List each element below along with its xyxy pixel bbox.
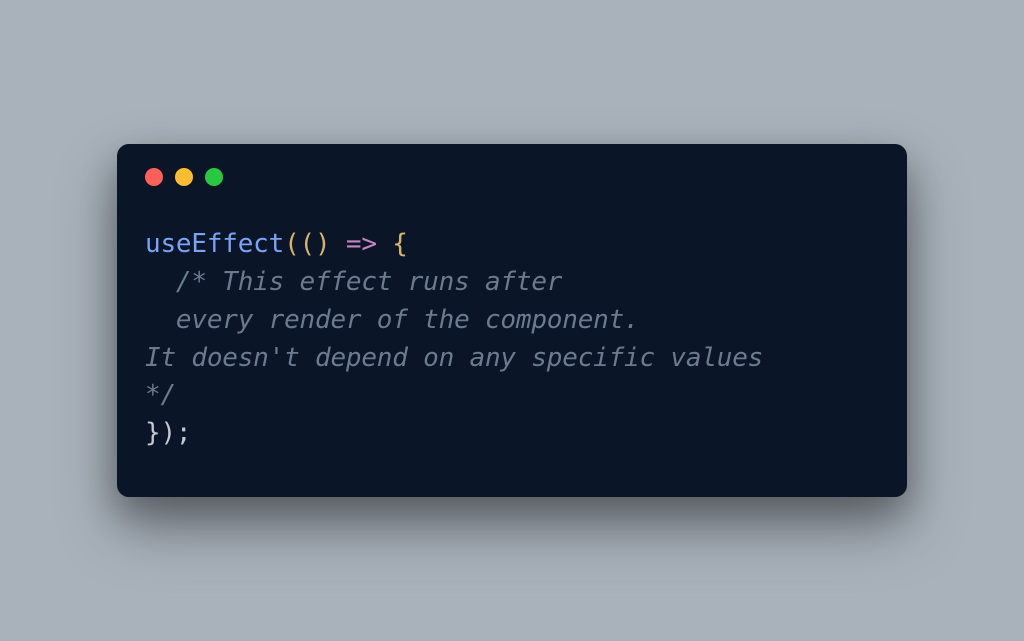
maximize-icon[interactable] — [205, 168, 223, 186]
comment-line-1: /* This effect runs after — [145, 267, 562, 297]
brace-open: { — [392, 229, 407, 259]
code-content: useEffect(() => { /* This effect runs af… — [145, 226, 879, 452]
close-icon[interactable] — [145, 168, 163, 186]
function-name: useEffect — [145, 229, 284, 259]
code-editor-window: useEffect(() => { /* This effect runs af… — [117, 144, 907, 496]
comment-line-3: It doesn't depend on any specific values — [145, 343, 763, 373]
comment-line-4: */ — [145, 380, 176, 410]
closing: }); — [145, 418, 191, 448]
traffic-lights — [145, 168, 879, 186]
arrow: => — [330, 229, 392, 259]
paren-open: (() — [284, 229, 330, 259]
minimize-icon[interactable] — [175, 168, 193, 186]
comment-line-2: every render of the component. — [145, 305, 640, 335]
